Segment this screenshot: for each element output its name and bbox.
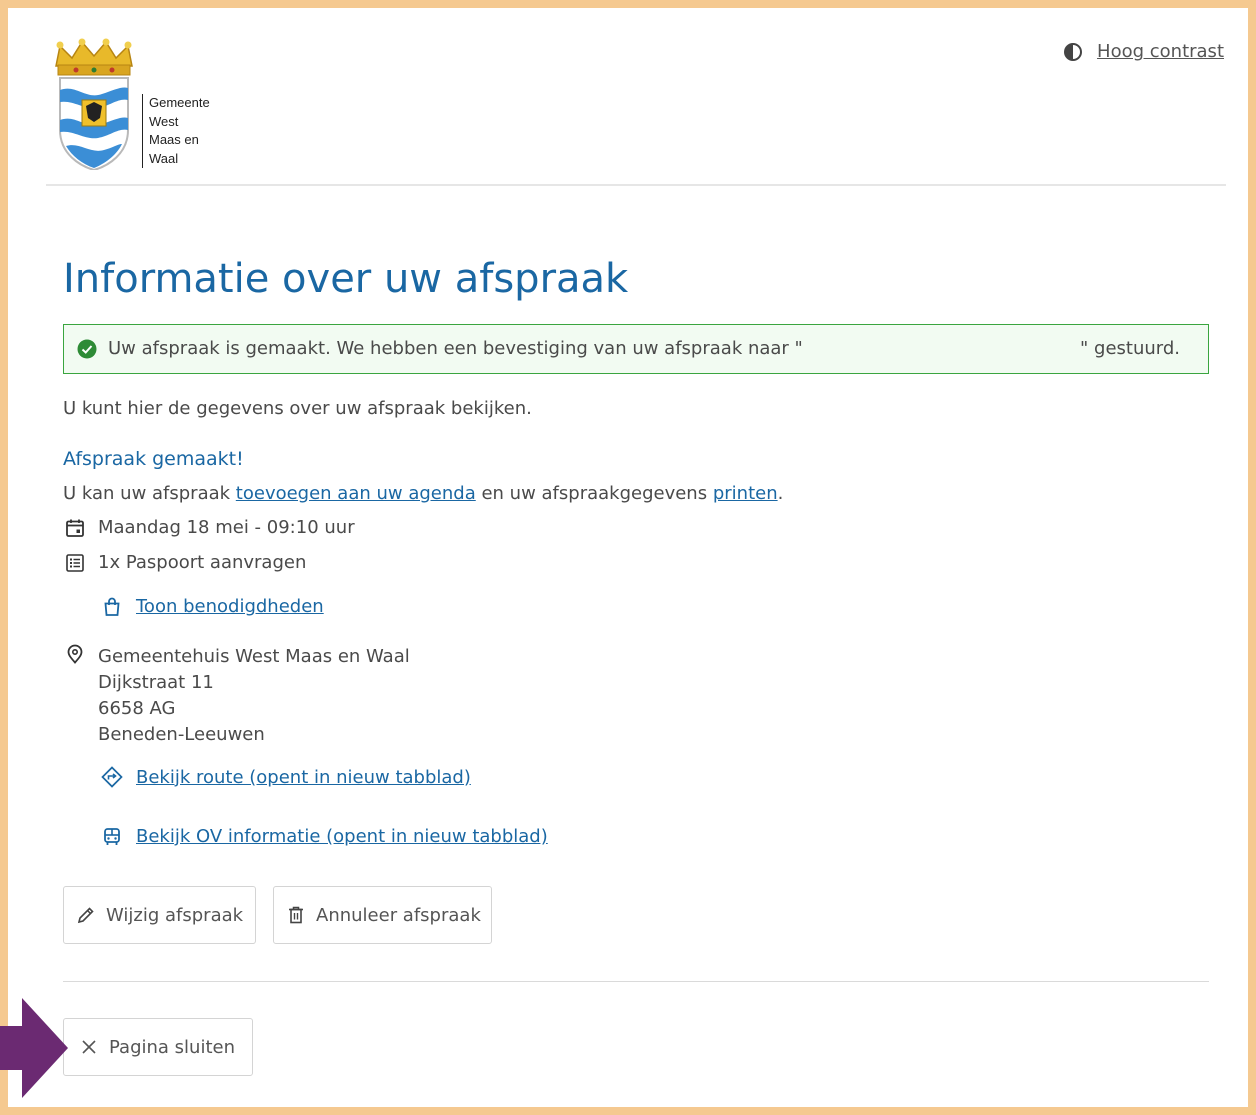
bag-icon: [100, 597, 124, 617]
trash-icon: [286, 905, 306, 925]
cancel-appointment-label: Annuleer afspraak: [316, 904, 481, 926]
action-prefix: U kan uw afspraak: [63, 483, 236, 504]
appointment-product: 1x Paspoort aanvragen: [63, 552, 306, 573]
close-icon: [79, 1037, 99, 1057]
view-route-link[interactable]: Bekijk route (opent in nieuw tabblad): [100, 766, 471, 788]
page-frame: Gemeente West Maas en Waal Hoog contrast…: [8, 8, 1248, 1107]
list-icon: [63, 553, 87, 573]
edit-appointment-button[interactable]: Wijzig afspraak: [63, 886, 256, 944]
success-message-end: " gestuurd.: [1080, 338, 1180, 359]
location-name: Gemeentehuis West Maas en Waal: [98, 646, 410, 667]
product-text: 1x Paspoort aanvragen: [98, 552, 307, 573]
action-suffix: .: [777, 483, 784, 504]
bus-icon: [100, 827, 124, 847]
municipality-name-line: Maas en: [149, 132, 199, 147]
location-address: Gemeentehuis West Maas en Waal Dijkstraa…: [98, 644, 410, 748]
half-circle-icon: [1064, 42, 1083, 61]
municipality-logo[interactable]: Gemeente West Maas en Waal: [46, 38, 246, 178]
coat-of-arms-icon: [55, 38, 133, 170]
datetime-text: Maandag 18 mei - 09:10 uur: [98, 517, 355, 538]
show-requirements-link[interactable]: Toon benodigdheden: [100, 596, 324, 617]
action-sentence: U kan uw afspraak toevoegen aan uw agend…: [63, 483, 783, 504]
location-city: Beneden-Leeuwen: [98, 724, 265, 745]
site-header: Gemeente West Maas en Waal Hoog contrast: [46, 8, 1226, 186]
location-postcode: 6658 AG: [98, 698, 176, 719]
action-middle: en uw afspraakgegevens: [475, 483, 713, 504]
high-contrast-toggle[interactable]: Hoog contrast: [1063, 41, 1224, 62]
pointer-arrow-icon: [0, 998, 68, 1098]
intro-text: U kunt hier de gegevens over uw afspraak…: [63, 398, 532, 419]
close-page-button[interactable]: Pagina sluiten: [63, 1018, 253, 1076]
show-requirements-label[interactable]: Toon benodigdheden: [136, 596, 324, 617]
success-alert: Uw afspraak is gemaakt. We hebben een be…: [63, 324, 1209, 374]
municipality-name-line: Waal: [149, 150, 179, 166]
high-contrast-label[interactable]: Hoog contrast: [1097, 41, 1224, 62]
section-subtitle: Afspraak gemaakt!: [63, 448, 244, 470]
print-link[interactable]: printen: [713, 483, 778, 504]
appointment-location: [63, 644, 98, 664]
close-page-label: Pagina sluiten: [109, 1036, 235, 1058]
page-title: Informatie over uw afspraak: [63, 256, 629, 302]
route-diamond-icon: [100, 766, 124, 788]
add-to-calendar-link[interactable]: toevoegen aan uw agenda: [236, 483, 476, 504]
municipality-name-line: West: [149, 113, 179, 129]
check-circle-icon: [77, 339, 97, 359]
municipality-name-line: Gemeente: [149, 95, 210, 110]
edit-appointment-label: Wijzig afspraak: [106, 904, 244, 926]
section-divider: [63, 981, 1209, 982]
cancel-appointment-button[interactable]: Annuleer afspraak: [273, 886, 492, 944]
view-route-label[interactable]: Bekijk route (opent in nieuw tabblad): [136, 767, 471, 788]
success-message: Uw afspraak is gemaakt. We hebben een be…: [108, 338, 803, 359]
view-ov-link[interactable]: Bekijk OV informatie (opent in nieuw tab…: [100, 826, 548, 847]
pencil-icon: [76, 905, 96, 925]
view-ov-label[interactable]: Bekijk OV informatie (opent in nieuw tab…: [136, 826, 548, 847]
map-pin-icon: [63, 644, 87, 664]
location-street: Dijkstraat 11: [98, 672, 214, 693]
calendar-icon: [63, 518, 87, 538]
municipality-name: Gemeente West Maas en Waal: [142, 94, 210, 168]
appointment-datetime: Maandag 18 mei - 09:10 uur: [63, 517, 355, 538]
